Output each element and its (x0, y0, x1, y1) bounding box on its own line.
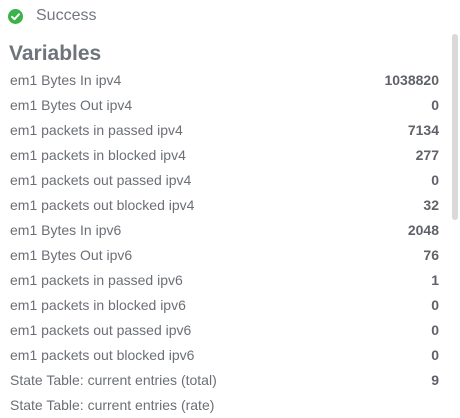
variable-name: em1 packets out blocked ipv4 (10, 196, 195, 213)
status-message: Success (8, 4, 96, 28)
variable-name: em1 packets out blocked ipv6 (10, 346, 195, 363)
variable-name: em1 Bytes In ipv6 (10, 221, 122, 238)
variable-row: em1 packets out blocked ipv6 0 (0, 342, 448, 367)
variable-row: em1 packets out passed ipv6 0 (0, 317, 448, 342)
scrollbar-thumb[interactable] (452, 34, 458, 220)
variable-value: 0 (431, 96, 439, 113)
variable-value: 32 (423, 196, 439, 213)
check-circle-icon (8, 8, 23, 24)
variable-name: em1 Bytes In ipv4 (10, 71, 122, 88)
section-title: Variables (9, 42, 102, 65)
variable-value: 0 (431, 296, 439, 313)
variable-name: em1 packets out passed ipv4 (10, 171, 192, 188)
variable-name: em1 Bytes Out ipv6 (10, 246, 133, 263)
scrollbar[interactable] (451, 30, 460, 418)
variable-name: em1 packets in passed ipv4 (10, 121, 183, 138)
variable-name: State Table: current entries (total) (10, 371, 217, 388)
variable-row: State Table: current entries (rate) (0, 392, 448, 417)
variable-value: 2048 (407, 221, 439, 238)
variable-name: em1 packets in passed ipv6 (10, 271, 183, 288)
variable-row: em1 Bytes In ipv6 2048 (0, 217, 448, 242)
variable-name: em1 packets out passed ipv6 (10, 321, 192, 338)
variable-row: em1 packets in blocked ipv6 0 (0, 292, 448, 317)
variable-value: 76 (423, 246, 439, 263)
status-text: Success (36, 7, 97, 24)
variable-row: em1 packets out passed ipv4 0 (0, 167, 448, 192)
variable-name: em1 packets in blocked ipv6 (10, 296, 186, 313)
variable-value: 1 (431, 271, 439, 288)
variable-value: 0 (431, 171, 439, 188)
variable-value: 7134 (407, 121, 439, 138)
variable-row: em1 packets in passed ipv6 1 (0, 267, 448, 292)
variable-value: 9 (431, 371, 439, 388)
variable-row: em1 Bytes Out ipv6 76 (0, 242, 448, 267)
variable-value: 277 (415, 146, 439, 163)
variable-row: em1 packets in blocked ipv4 277 (0, 142, 448, 167)
variable-row: em1 packets in passed ipv4 7134 (0, 117, 448, 142)
variable-row: State Table: current entries (total) 9 (0, 367, 448, 392)
variable-name: em1 Bytes Out ipv4 (10, 96, 133, 113)
variables-list: em1 Bytes In ipv4 1038820 em1 Bytes Out … (0, 67, 448, 417)
variable-value: 0 (431, 321, 439, 338)
variable-value: 0 (431, 346, 439, 363)
variable-row: em1 Bytes Out ipv4 0 (0, 92, 448, 117)
variable-value: 1038820 (384, 71, 439, 88)
variable-row: em1 packets out blocked ipv4 32 (0, 192, 448, 217)
variable-name: em1 packets in blocked ipv4 (10, 146, 186, 163)
variable-row: em1 Bytes In ipv4 1038820 (0, 67, 448, 92)
variable-name: State Table: current entries (rate) (10, 396, 215, 413)
